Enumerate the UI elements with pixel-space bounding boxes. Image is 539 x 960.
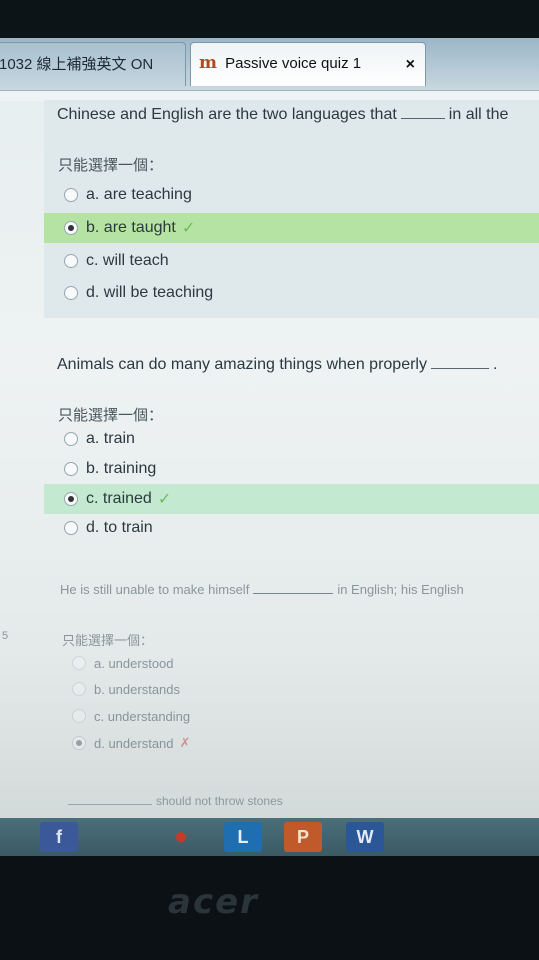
radio-button-selected[interactable] (64, 492, 78, 506)
radio-button[interactable] (72, 656, 86, 670)
question-3: He is still unable to make himself in Eng… (44, 576, 539, 776)
question-1: Chinese and English are the two language… (44, 100, 539, 318)
question-text-end: . (492, 356, 498, 373)
option-label: c. trained (86, 490, 152, 507)
option-label: c. understanding (94, 708, 191, 724)
option-d[interactable]: d. to train (44, 513, 539, 543)
radio-button[interactable] (64, 462, 78, 476)
option-label: a. train (86, 430, 135, 447)
option-label: b. understands (94, 681, 181, 697)
option-b[interactable]: b. training (44, 454, 539, 484)
option-a[interactable]: a. are teaching (44, 180, 539, 210)
option-label: b. are taught (86, 219, 176, 236)
piggy-bank-icon[interactable]: ● (162, 822, 200, 852)
option-c[interactable]: c. understanding (44, 701, 539, 731)
radio-button[interactable] (64, 254, 78, 268)
laptop-bezel (0, 856, 539, 960)
radio-button[interactable] (72, 709, 86, 723)
question-2: Animals can do many amazing things when … (44, 348, 539, 558)
question-text: Chinese and English are the two language… (57, 106, 508, 124)
tab-passive-voice-quiz[interactable]: m Passive voice quiz 1 × (190, 42, 426, 86)
radio-button-selected[interactable] (64, 221, 78, 235)
question-text-end: in all the (448, 106, 509, 123)
radio-button-selected[interactable] (72, 736, 86, 750)
answer-blank (430, 368, 489, 369)
moodle-icon: m (199, 53, 217, 73)
option-label: a. understood (94, 655, 174, 671)
question-text-start: He is still unable to make himself (60, 582, 250, 597)
facebook-icon[interactable]: f (40, 822, 78, 852)
acer-logo: acer (168, 882, 259, 922)
option-label: b. training (86, 460, 157, 477)
cross-icon: ✗ (179, 735, 191, 750)
tab-1032-course[interactable]: 1032 線上補強英文 ON (0, 42, 186, 86)
option-b[interactable]: b. are taught ✓ (44, 213, 539, 243)
next-question-text: should not throw stones (64, 794, 283, 808)
option-c[interactable]: c. will teach (44, 246, 539, 276)
question-number: 5 (2, 630, 9, 642)
close-icon[interactable]: × (406, 56, 415, 74)
powerpoint-icon[interactable]: P (284, 822, 322, 852)
option-label: d. understand (94, 735, 174, 751)
windows-taskbar: f ● L P W (0, 818, 539, 856)
choose-one-label: 只能選擇一個： (58, 157, 164, 174)
option-label: a. are teaching (86, 186, 192, 203)
option-c[interactable]: c. trained ✓ (44, 484, 539, 514)
radio-button[interactable] (64, 432, 78, 446)
radio-button[interactable] (64, 286, 78, 300)
radio-button[interactable] (72, 682, 86, 696)
question-text-start: Animals can do many amazing things when … (57, 356, 427, 373)
question-text-start: should not throw stones (156, 794, 283, 808)
checkmark-icon: ✓ (157, 491, 172, 508)
option-b[interactable]: b. understands (44, 674, 539, 704)
tab-label: 1032 線上補強英文 ON (0, 56, 154, 73)
option-d[interactable]: d. understand ✗ (44, 728, 539, 758)
word-icon[interactable]: W (346, 822, 384, 852)
answer-blank (68, 804, 152, 805)
question-text-start: Chinese and English are the two language… (57, 106, 397, 123)
radio-button[interactable] (64, 521, 78, 535)
tab-label: Passive voice quiz 1 (225, 55, 362, 72)
answer-blank (253, 593, 334, 594)
radio-button[interactable] (64, 188, 78, 202)
lync-icon[interactable]: L (224, 822, 262, 852)
choose-one-label: 只能選擇一個： (58, 407, 164, 424)
question-text: He is still unable to make himself in Eng… (60, 582, 464, 597)
option-label: d. will be teaching (86, 284, 214, 301)
question-text-end: in English; his English (337, 582, 464, 597)
option-a[interactable]: a. train (44, 424, 539, 454)
checkmark-icon: ✓ (181, 220, 196, 237)
browser-tab-bar: 1032 線上補強英文 ON m Passive voice quiz 1 × (0, 38, 539, 90)
screen: 1032 線上補強英文 ON m Passive voice quiz 1 × … (0, 38, 539, 856)
answer-blank (400, 118, 445, 119)
question-text: Animals can do many amazing things when … (57, 356, 497, 374)
option-label: c. will teach (86, 252, 169, 269)
option-d[interactable]: d. will be teaching (44, 278, 539, 308)
choose-one-label: 只能選擇一個： (62, 633, 154, 648)
option-label: d. to train (86, 519, 153, 536)
